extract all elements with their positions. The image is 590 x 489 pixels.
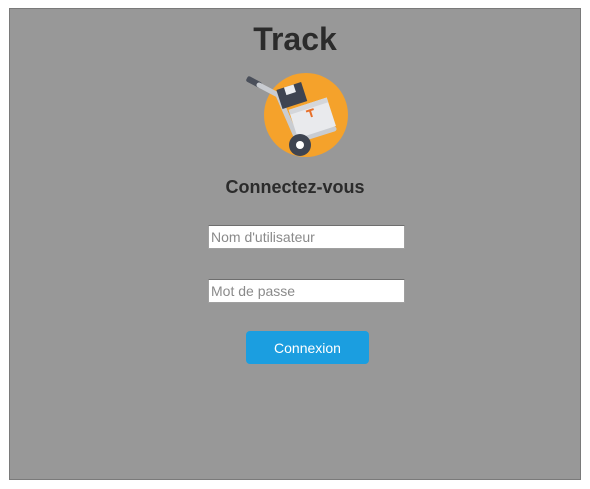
login-heading: Connectez-vous [225,177,365,197]
hand-truck-icon [246,73,348,157]
login-button[interactable]: Connexion [246,331,369,364]
username-input[interactable] [208,225,405,249]
password-input[interactable] [208,279,405,303]
app-title: Track [253,21,337,57]
login-panel: Track Connectez-vous Connexion [9,8,581,480]
